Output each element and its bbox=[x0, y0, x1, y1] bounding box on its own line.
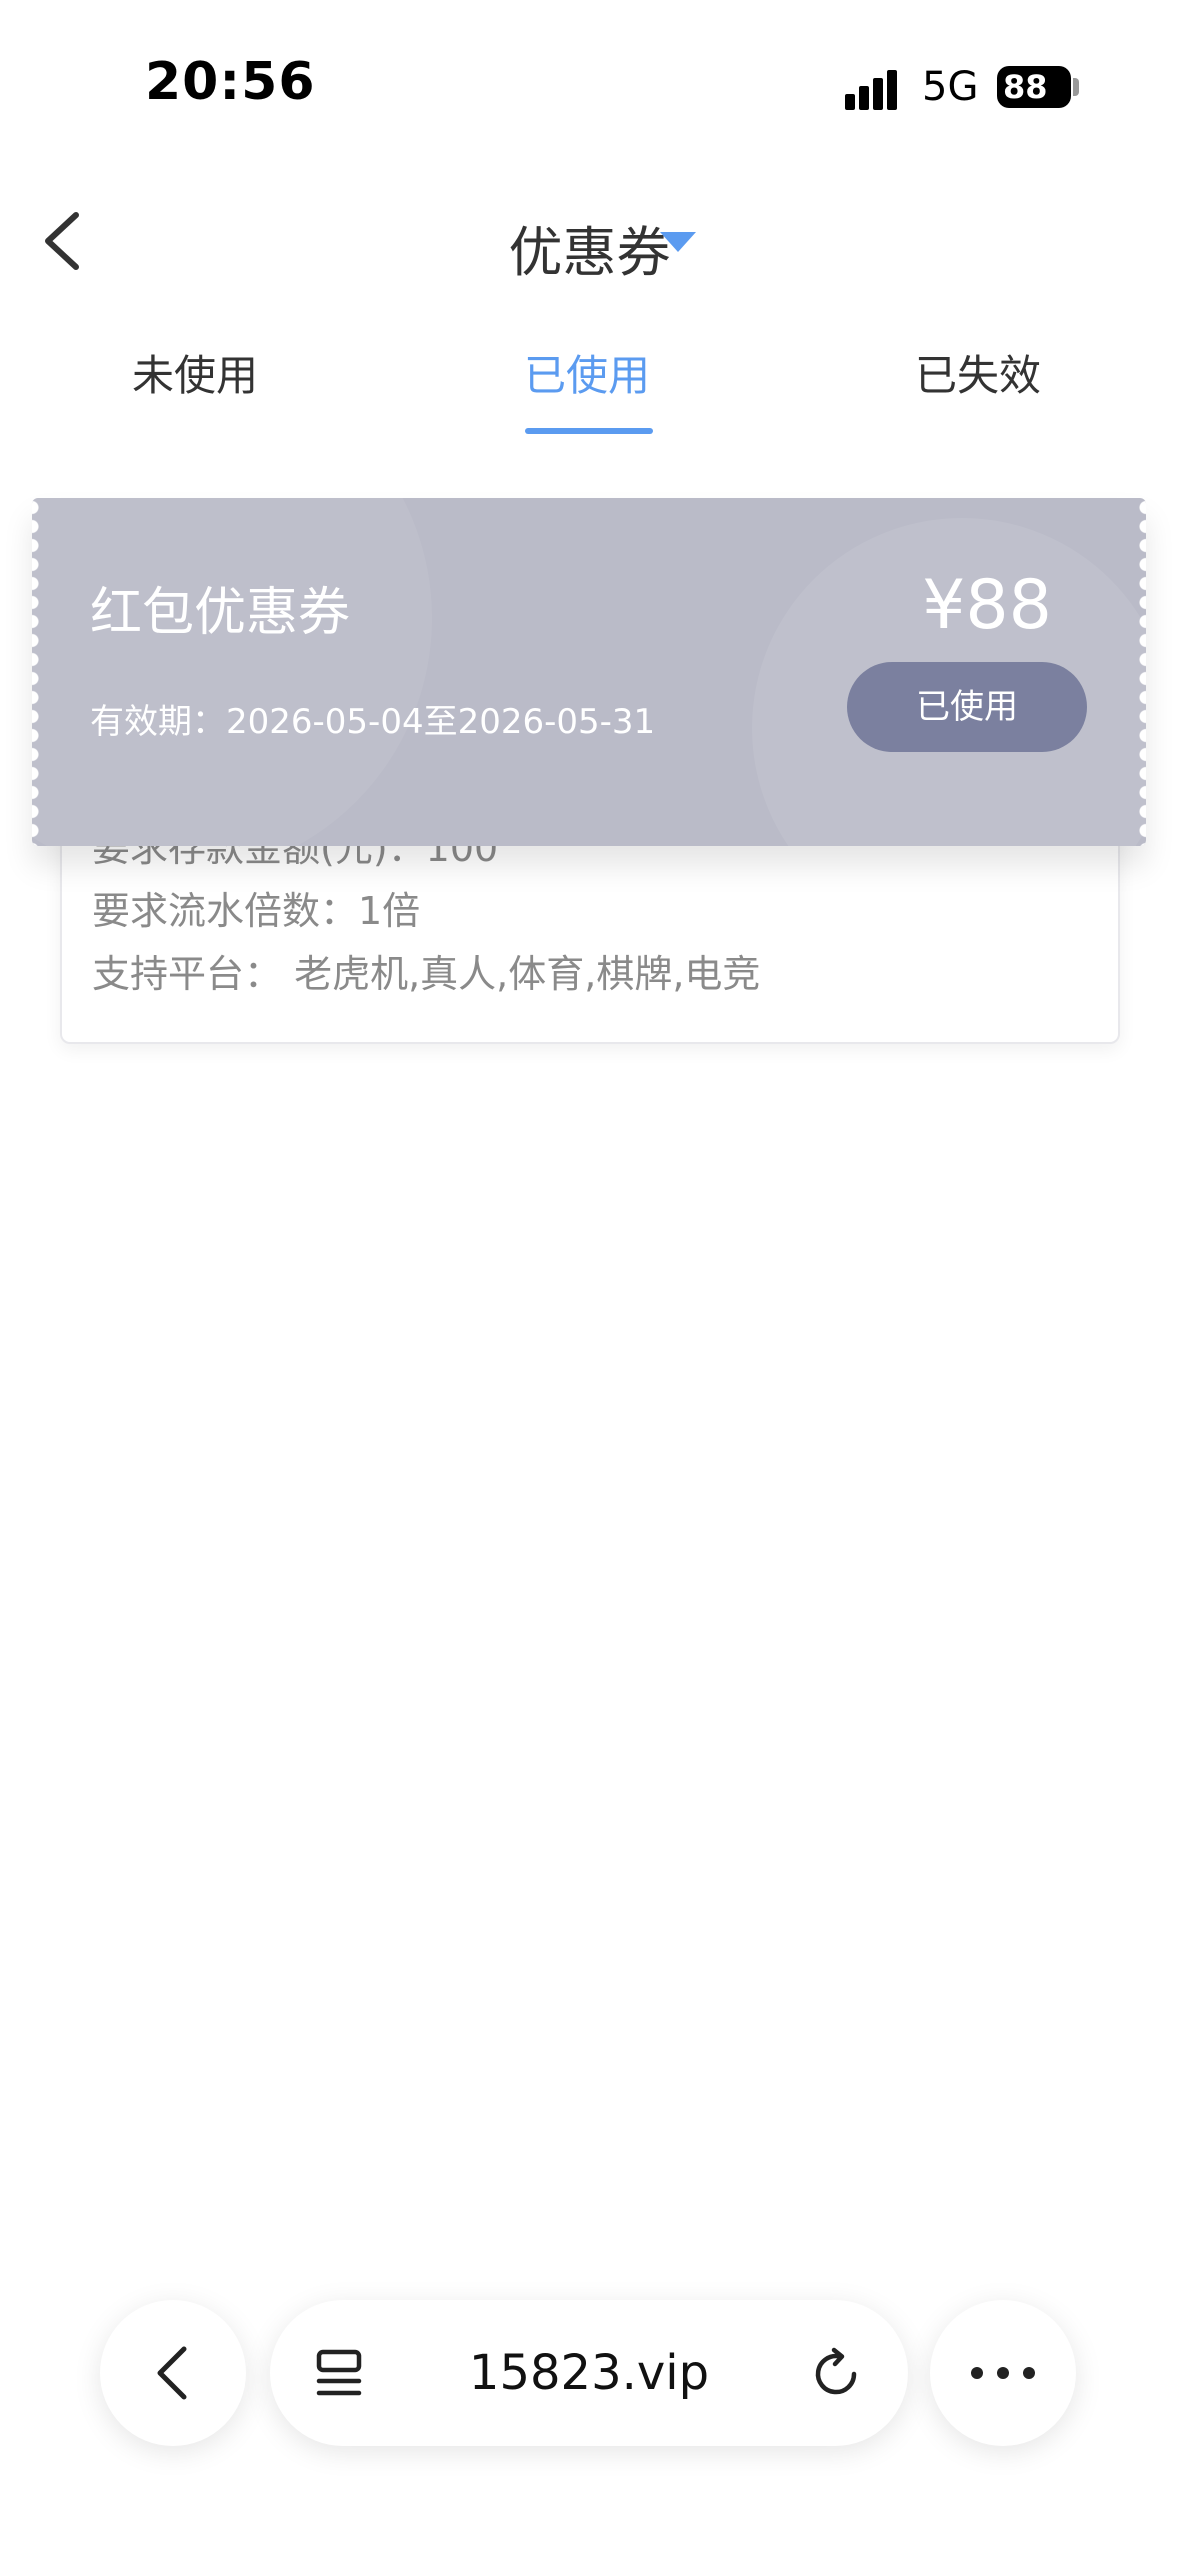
battery-icon: 88 bbox=[997, 66, 1071, 108]
status-bar: 20:56 5G 88 bbox=[0, 0, 1179, 170]
tab-used[interactable]: 已使用 bbox=[477, 342, 697, 403]
turnover-requirement: 要求流水倍数：1倍 bbox=[92, 889, 421, 933]
coupon-edge-right bbox=[1139, 498, 1146, 846]
chevron-left-icon bbox=[157, 2346, 187, 2400]
coupon-decoration bbox=[32, 498, 432, 846]
page-title[interactable]: 优惠券 bbox=[0, 208, 1179, 287]
reload-icon[interactable] bbox=[810, 2346, 866, 2402]
tab-expired[interactable]: 已失效 bbox=[868, 342, 1088, 403]
coupon-validity: 有效期：2026-05-04至2026-05-31 bbox=[90, 702, 656, 742]
tab-unused[interactable]: 未使用 bbox=[85, 342, 305, 403]
coupon-amount: ¥88 bbox=[922, 566, 1052, 645]
coupon-card[interactable]: 红包优惠券 有效期：2026-05-04至2026-05-31 ¥88 已使用 bbox=[32, 498, 1146, 846]
network-type: 5G bbox=[922, 64, 979, 110]
tab-bar: 未使用 已使用 已失效 bbox=[0, 330, 1179, 440]
browser-bottom-bar: 15823.vip bbox=[0, 2300, 1179, 2450]
url-bar[interactable]: 15823.vip bbox=[270, 2300, 908, 2446]
used-status-button[interactable]: 已使用 bbox=[847, 662, 1087, 752]
signal-icon bbox=[845, 66, 905, 110]
supported-platforms: 支持平台： 老虎机,真人,体育,棋牌,电竞 bbox=[92, 952, 761, 996]
battery-tip bbox=[1073, 78, 1079, 96]
header: 优惠券 bbox=[0, 180, 1179, 300]
more-button[interactable] bbox=[930, 2300, 1076, 2446]
battery-level: 88 bbox=[1003, 68, 1048, 106]
browser-back-button[interactable] bbox=[100, 2300, 246, 2446]
more-icon bbox=[971, 2367, 1035, 2379]
coupon-edge-left bbox=[32, 498, 39, 846]
status-time: 20:56 bbox=[145, 52, 316, 112]
coupon-name: 红包优惠券 bbox=[90, 583, 351, 643]
active-tab-indicator bbox=[525, 428, 653, 434]
caret-down-icon[interactable] bbox=[660, 232, 696, 252]
